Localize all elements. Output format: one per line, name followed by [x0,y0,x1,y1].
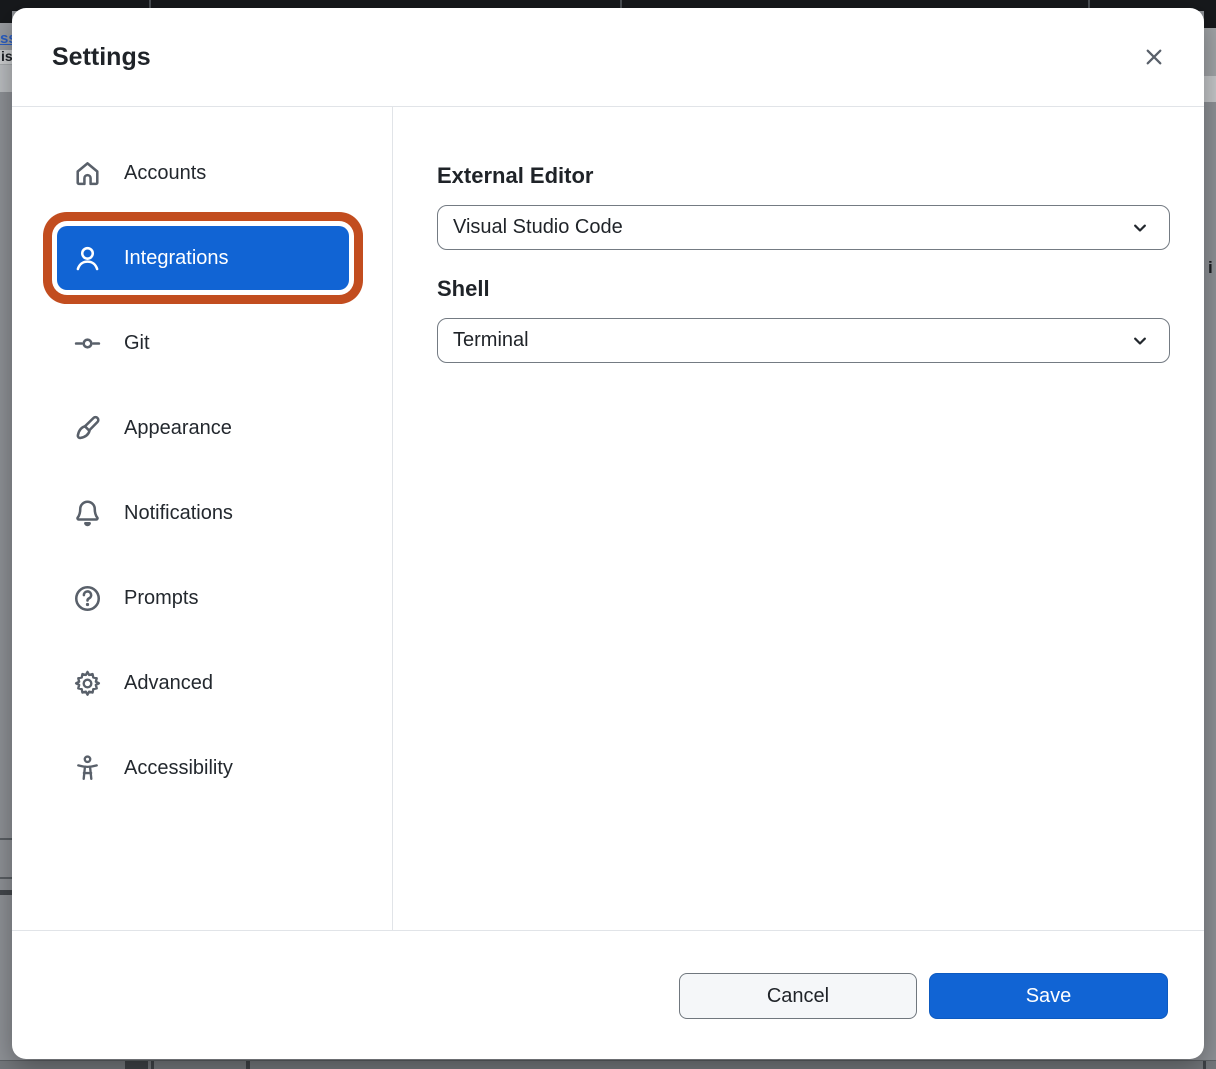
dialog-footer: Cancel Save [12,930,1204,1059]
background-left-line [0,890,12,895]
shell-value: Terminal [453,329,529,352]
sidebar-item-label: Accessibility [124,757,233,780]
cancel-button[interactable]: Cancel [679,973,917,1019]
save-button[interactable]: Save [929,973,1168,1019]
background-left-line [0,838,12,840]
dialog-body: Accounts Integrations Git Appearance [12,107,1204,930]
settings-content: External Editor Visual Studio Code Shell… [393,107,1204,930]
sidebar-item-label: Integrations [124,247,229,270]
sidebar-item-git[interactable]: Git [57,311,349,375]
page-title: Settings [52,43,151,72]
sidebar-item-integrations[interactable]: Integrations [57,226,349,290]
background-text-fragment: i [1208,258,1216,278]
sidebar-item-accessibility[interactable]: Accessibility [57,736,349,800]
settings-sidebar: Accounts Integrations Git Appearance [12,107,393,930]
sidebar-item-prompts[interactable]: Prompts [57,566,349,630]
sidebar-item-label: Prompts [124,587,198,610]
dialog-header: Settings [12,8,1204,107]
external-editor-select[interactable]: Visual Studio Code [437,205,1170,250]
person-icon [72,243,102,273]
chevron-down-icon [1129,217,1151,239]
external-editor-value: Visual Studio Code [453,216,623,239]
background-text-fragment: is [1,49,12,64]
question-icon [72,583,102,613]
sidebar-item-label: Advanced [124,672,213,695]
background-right-top [1204,0,1216,28]
shell-select[interactable]: Terminal [437,318,1170,363]
sidebar-item-accounts[interactable]: Accounts [57,141,349,205]
sidebar-item-advanced[interactable]: Advanced [57,651,349,715]
background-left-top [0,0,12,23]
shell-heading: Shell [437,275,1170,302]
chevron-down-icon [1129,330,1151,352]
bell-icon [72,498,102,528]
close-button[interactable] [1134,37,1174,77]
background-right-band-2 [1204,76,1216,102]
accessibility-icon [72,753,102,783]
sidebar-item-appearance[interactable]: Appearance [57,396,349,460]
background-right-band [1204,28,1216,76]
background-left-line [0,877,12,879]
sidebar-item-label: Appearance [124,417,232,440]
sidebar-item-label: Accounts [124,162,206,185]
gear-icon [72,668,102,698]
background-left-band-2 [0,65,12,92]
sidebar-item-notifications[interactable]: Notifications [57,481,349,545]
commit-icon [72,328,102,358]
close-icon [1142,45,1166,69]
paintbrush-icon [72,413,102,443]
home-icon [72,158,102,188]
sidebar-item-label: Notifications [124,502,233,525]
background-link-fragment: ss [0,30,12,48]
sidebar-item-label: Git [124,332,150,355]
external-editor-heading: External Editor [437,162,1170,189]
settings-dialog: Settings Accounts Integrations [12,8,1204,1059]
